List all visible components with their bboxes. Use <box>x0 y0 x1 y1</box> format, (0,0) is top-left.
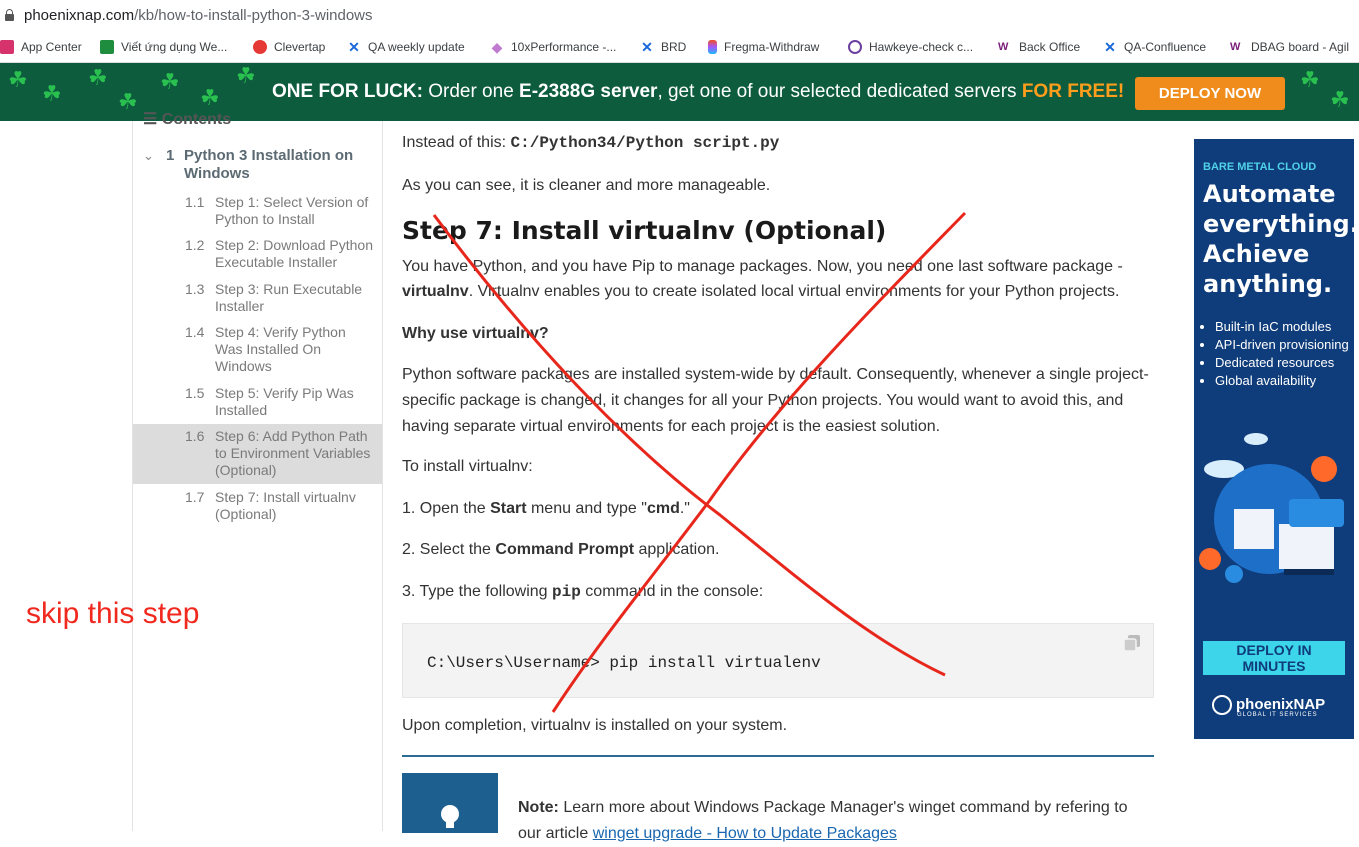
hawkeye-icon <box>848 40 862 54</box>
confluence-icon: ✕ <box>641 39 653 55</box>
winget-link[interactable]: winget upgrade - How to Update Packages <box>593 825 897 842</box>
dbag-icon: W <box>1230 41 1241 53</box>
bookmark-dbag-board[interactable]: W DBAG board - Agil <box>1230 39 1349 55</box>
ad-bullet: Global availability <box>1215 373 1354 389</box>
lock-icon[interactable] <box>5 9 14 21</box>
clover-icon: ☘ <box>236 63 256 88</box>
toc-item-1-3[interactable]: 1.3 Step 3: Run Executable Installer <box>133 281 382 321</box>
back-office-icon: W <box>998 41 1009 53</box>
sheet-icon <box>100 40 114 54</box>
clover-icon: ☘ <box>1300 67 1320 92</box>
toc-item-1-7[interactable]: 1.7 Step 7: Install virtualnv (Optional) <box>133 489 382 529</box>
ad-bullet: API-driven provisioning <box>1215 337 1354 353</box>
skip-annotation: skip this step <box>26 597 200 630</box>
toc-item-1-6[interactable]: 1.6 Step 6: Add Python Path to Environmen… <box>133 424 382 484</box>
toc-item-1-2[interactable]: 1.2 Step 2: Download Python Executable In… <box>133 237 382 277</box>
bookmarks-bar: App Center Viết ứng dụng We... Clevertap… <box>0 32 1359 63</box>
deploy-now-button[interactable]: DEPLOY NOW <box>1135 77 1285 110</box>
step-3-line: 3. Type the following pip command in the… <box>402 583 764 601</box>
lightbulb-icon <box>441 805 459 828</box>
toc-item-1-4[interactable]: 1.4 Step 4: Verify Python Was Installed O… <box>133 324 382 382</box>
clevertap-icon <box>253 40 267 54</box>
toc-item-1-5[interactable]: 1.5 Step 5: Verify Pip Was Installed <box>133 385 382 425</box>
app-center-icon <box>0 40 14 54</box>
bookmark-hawkeye[interactable]: Hawkeye-check c... <box>848 39 973 55</box>
cleaner-line: As you can see, it is cleaner and more m… <box>402 177 771 194</box>
bookmark-brd[interactable]: ✕ BRD <box>640 39 686 55</box>
phoenixnap-logo: phoenixNAP GLOBAL IT SERVICES <box>1212 695 1325 718</box>
intro-paragraph: You have Python, and you have Pip to man… <box>402 258 1123 300</box>
instead-line: Instead of this: C:/Python34/Python scri… <box>402 134 780 152</box>
ad-bullets: Built-in IaC modules API-driven provisio… <box>1198 319 1354 391</box>
clover-icon: ☘ <box>118 89 138 114</box>
copy-icon[interactable] <box>1123 634 1141 652</box>
figma-icon <box>708 40 717 54</box>
ad-tag: BARE METAL CLOUD <box>1203 161 1317 173</box>
code-text[interactable]: C:\Users\Username> pip install virtualen… <box>427 650 821 676</box>
completion-line: Upon completion, virtualnv is installed … <box>402 717 788 734</box>
bookmark-fregma[interactable]: Fregma-Withdraw <box>708 39 819 55</box>
why-paragraph: Python software packages are installed s… <box>402 366 1149 435</box>
step7-heading: Step 7: Install virtualnv (Optional) <box>402 216 887 245</box>
note-text: Note: Learn more about Windows Package M… <box>518 799 1128 842</box>
bookmark-10xperformance[interactable]: ◆ 10xPerformance -... <box>490 39 617 55</box>
deploy-in-minutes-button[interactable]: DEPLOY IN MINUTES <box>1203 641 1345 675</box>
clover-icon: ☘ <box>200 85 220 110</box>
step-2-line: 2. Select the Command Prompt application… <box>402 541 720 558</box>
ad-bullet: Dedicated resources <box>1215 355 1354 371</box>
address-bar[interactable]: phoenixnap.com/kb/how-to-install-python-… <box>0 0 1359 32</box>
article-content: Instead of this: C:/Python34/Python scri… <box>402 121 1162 842</box>
clover-icon: ☘ <box>1330 87 1350 112</box>
url-text[interactable]: phoenixnap.com/kb/how-to-install-python-… <box>24 7 373 24</box>
bare-metal-ad[interactable]: BARE METAL CLOUD Automate everything. Ac… <box>1194 139 1354 739</box>
contents-heading[interactable]: ☰ Contents <box>143 109 231 129</box>
table-of-contents: ☰ Contents ⌄ 1 Python 3 Installation on … <box>132 111 383 831</box>
clover-icon: ☘ <box>160 69 180 94</box>
ad-bullet: Built-in IaC modules <box>1215 319 1354 335</box>
ad-headline: Automate everything. Achieve anything. <box>1203 180 1354 298</box>
clover-icon: ☘ <box>42 81 62 106</box>
bookmark-qa-confluence[interactable]: ✕ QA-Confluence <box>1103 39 1206 55</box>
bookmark-app-center[interactable]: App Center <box>0 39 82 55</box>
promo-text: ONE FOR LUCK: Order one E-2388G server, … <box>272 81 1125 102</box>
step-1-line: 1. Open the Start menu and type "cmd." <box>402 500 690 517</box>
confluence-icon: ✕ <box>348 39 360 55</box>
toc-section-1[interactable]: ⌄ 1 Python 3 Installation on Windows <box>133 147 382 187</box>
bookmark-clevertap[interactable]: Clevertap <box>253 39 325 55</box>
why-heading: Why use virtualnv? <box>402 325 549 342</box>
bookmark-qa-weekly[interactable]: ✕ QA weekly update <box>347 39 465 55</box>
chevron-down-icon[interactable]: ⌄ <box>143 147 154 165</box>
note-icon-box <box>402 773 498 833</box>
to-install-line: To install virtualnv: <box>402 458 533 475</box>
code-block[interactable]: C:\Users\Username> pip install virtualen… <box>402 623 1154 698</box>
ad-illustration <box>1199 433 1344 583</box>
clover-icon: ☘ <box>88 65 108 90</box>
clover-icon: ☘ <box>8 67 28 92</box>
divider <box>402 755 1154 757</box>
bookmark-viet-ung-dung[interactable]: Viết ứng dụng We... <box>100 39 227 55</box>
bookmark-back-office[interactable]: W Back Office <box>998 39 1080 55</box>
diamond-icon: ◆ <box>491 39 503 55</box>
confluence-icon: ✕ <box>1104 39 1116 55</box>
toc-item-1-1[interactable]: 1.1 Step 1: Select Version of Python to I… <box>133 194 382 234</box>
